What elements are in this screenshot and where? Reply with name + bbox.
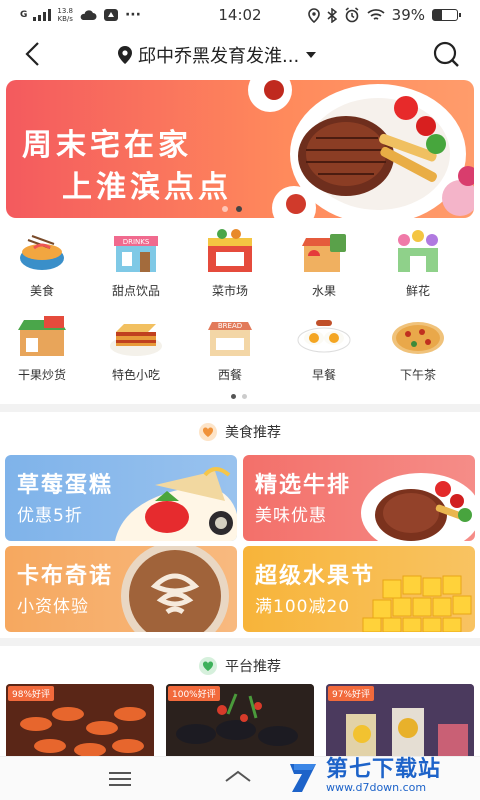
promo-card-cappuccino[interactable]: 卡布奇诺 小资体验 (5, 546, 237, 632)
battery-percent: 39% (391, 6, 425, 24)
heart-icon (199, 657, 217, 675)
heart-icon (199, 423, 217, 441)
bluetooth-icon (327, 7, 337, 23)
banner-line-1: 周末宅在家 (22, 128, 192, 163)
category-label: 下午茶 (399, 368, 436, 382)
category-item[interactable]: DRINKS 甜点饮品 (96, 226, 176, 299)
cloud-icon (80, 10, 97, 20)
rating-badge: 97%好评 (328, 686, 375, 701)
category-label: 西餐 (217, 368, 242, 382)
promo-title: 卡布奇诺 (17, 564, 114, 589)
svg-text:DRINKS: DRINKS (123, 238, 150, 246)
pizza-icon (392, 322, 444, 354)
category-item[interactable]: 特色小吃 (96, 310, 176, 383)
recommend-card-shrimp[interactable]: 98%好评 (6, 684, 154, 764)
wifi-icon (367, 9, 385, 20)
category-pagination (231, 394, 247, 399)
category-label: 早餐 (311, 368, 336, 382)
rating-badge: 98%好评 (8, 686, 55, 701)
category-item[interactable]: 下午茶 (378, 310, 458, 383)
category-label: 水果 (311, 284, 336, 298)
menu-button[interactable] (104, 765, 136, 793)
alarm-icon (345, 7, 359, 23)
search-icon (433, 41, 459, 67)
category-item[interactable]: 干果炒货 (2, 310, 82, 383)
top-bar: 邱中乔黑发育发淮... (0, 30, 480, 78)
promo-title: 超级水果节 (255, 564, 376, 589)
section-food-title: 美食推荐 (0, 422, 480, 442)
menu-icon (109, 772, 131, 786)
promo-subtitle: 满100减20 (255, 597, 351, 617)
food-bowl-icon (20, 235, 64, 270)
category-item[interactable]: BREAD 西餐 (190, 310, 270, 383)
promo-card-steak[interactable]: 精选牛排 美味优惠 (243, 455, 475, 541)
promo-card-fruit-festival[interactable]: 超级水果节 满100减20 (243, 546, 475, 632)
category-label: 菜市场 (211, 284, 248, 298)
category-item[interactable]: 鲜花 (378, 226, 458, 299)
watermark-brand: 第七下载站 (326, 757, 442, 782)
section-title-text: 美食推荐 (225, 425, 281, 441)
site-watermark: 第七下载站 www.d7down.com (286, 752, 476, 800)
promo-subtitle: 美味优惠 (255, 506, 327, 526)
location-text: 邱中乔黑发育发淮... (138, 46, 300, 67)
status-bar: G 13.8 KB/s ··· 14:02 39% (0, 0, 480, 30)
promo-card-strawberry-cake[interactable]: 草莓蛋糕 优惠5折 (5, 455, 237, 541)
category-item[interactable]: 美食 (2, 226, 82, 299)
home-icon (225, 770, 251, 782)
bread-shop-icon: BREAD (208, 322, 252, 356)
banner-line-2: 上淮滨点点 (62, 170, 232, 205)
dry-goods-shop-icon (18, 316, 66, 356)
watermark-url: www.d7down.com (326, 781, 427, 794)
battery-icon (432, 9, 461, 21)
location-status-icon (307, 7, 320, 23)
search-button[interactable] (430, 38, 462, 70)
category-label: 鲜花 (405, 284, 430, 298)
promo-banner[interactable]: 周末宅在家 上淮滨点点 (6, 80, 474, 218)
promo-title: 草莓蛋糕 (17, 473, 114, 498)
fruit-shop-icon (302, 234, 346, 272)
category-label: 特色小吃 (111, 368, 160, 382)
category-label: 甜点饮品 (111, 284, 160, 298)
location-pin-icon (118, 46, 132, 64)
promo-title: 精选牛排 (255, 473, 352, 498)
drinks-shop-icon: DRINKS (114, 236, 158, 272)
svg-text:BREAD: BREAD (218, 322, 242, 330)
signal-icon: G (20, 10, 28, 20)
fried-eggs-icon (297, 320, 351, 353)
home-button[interactable] (222, 765, 254, 793)
watermark-logo-icon (290, 764, 316, 792)
dropdown-icon (306, 52, 317, 58)
flower-shop-icon (398, 230, 438, 272)
app-notification-icon (103, 9, 118, 21)
category-item[interactable]: 早餐 (284, 310, 364, 383)
category-item[interactable]: 水果 (284, 226, 364, 299)
category-item[interactable]: 菜市场 (190, 226, 270, 299)
network-speed: 13.8 KB/s (57, 7, 73, 23)
section-platform-title: 平台推荐 (0, 656, 480, 676)
divider (0, 638, 480, 646)
section-title-text: 平台推荐 (225, 659, 281, 675)
category-label: 美食 (29, 284, 54, 298)
promo-subtitle: 小资体验 (17, 597, 89, 617)
back-button[interactable] (16, 38, 48, 70)
divider (0, 404, 480, 412)
location-selector[interactable]: 邱中乔黑发育发淮... (118, 42, 317, 68)
supermarket-icon (208, 229, 252, 272)
category-label: 干果炒货 (17, 368, 66, 382)
promo-subtitle: 优惠5折 (17, 506, 83, 526)
signal-bars-icon (33, 9, 52, 21)
banner-pagination (222, 206, 242, 212)
more-icon: ··· (124, 7, 141, 23)
lasagna-icon (110, 324, 162, 356)
back-icon (25, 42, 39, 66)
rating-badge: 100%好评 (168, 686, 220, 701)
